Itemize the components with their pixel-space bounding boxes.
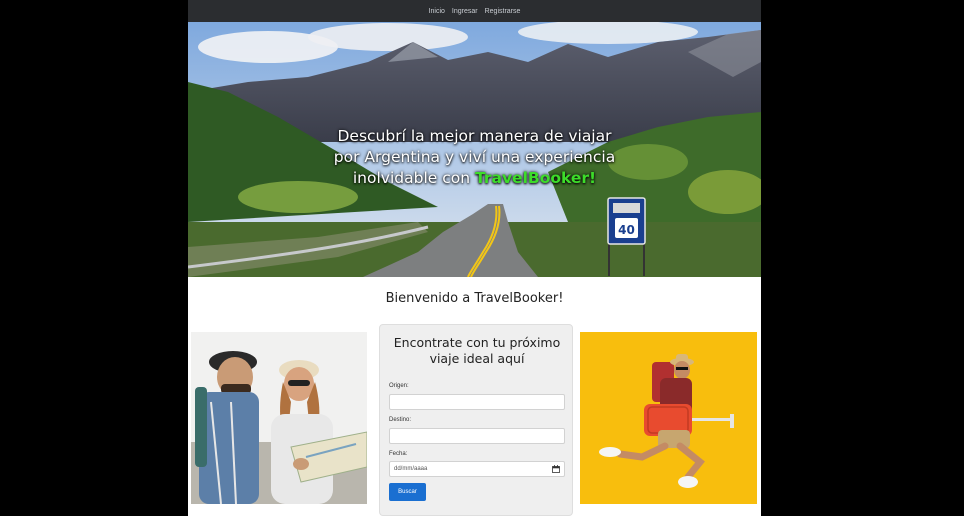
date-placeholder: dd/mm/aaaa [394, 466, 428, 472]
page: Inicio Ingresar Registrarse 40 Descubrí … [188, 0, 761, 516]
couple-with-map-photo [191, 332, 367, 504]
hero-headline: Descubrí la mejor manera de viajar por A… [188, 126, 761, 189]
date-input[interactable]: dd/mm/aaaa [389, 461, 565, 477]
origin-label: Origen: [389, 383, 409, 389]
hero-line-3-prefix: inolvidable con [352, 169, 475, 187]
nav-registrarse[interactable]: Registrarse [485, 8, 521, 15]
search-button[interactable]: Buscar [389, 483, 426, 501]
jumping-traveler-photo [580, 332, 757, 504]
welcome-heading: Bienvenido a TravelBooker! [385, 291, 564, 306]
nav-ingresar[interactable]: Ingresar [452, 8, 478, 15]
search-title-line-2: viaje ideal aquí [429, 351, 525, 366]
destination-input[interactable] [389, 428, 565, 444]
hero-line-3: inolvidable con TravelBooker! [188, 168, 761, 189]
calendar-icon[interactable] [552, 465, 560, 473]
destination-label: Destino: [389, 417, 412, 423]
top-navbar: Inicio Ingresar Registrarse [188, 0, 761, 22]
search-title: Encontrate con tu próximo viaje ideal aq… [380, 335, 574, 367]
search-title-line-1: Encontrate con tu próximo [393, 335, 561, 350]
hero-banner: 40 Descubrí la mejor manera de viajar po… [188, 22, 761, 277]
route-sign-number: 40 [618, 223, 635, 237]
hero-brand-name: TravelBooker! [474, 169, 597, 187]
search-form-card: Encontrate con tu próximo viaje ideal aq… [379, 324, 573, 516]
nav-inicio[interactable]: Inicio [429, 8, 445, 15]
hero-line-1: Descubrí la mejor manera de viajar [337, 127, 612, 145]
date-label: Fecha: [389, 451, 408, 457]
hero-line-2: por Argentina y viví una experiencia [333, 148, 616, 166]
origin-input[interactable] [389, 394, 565, 410]
